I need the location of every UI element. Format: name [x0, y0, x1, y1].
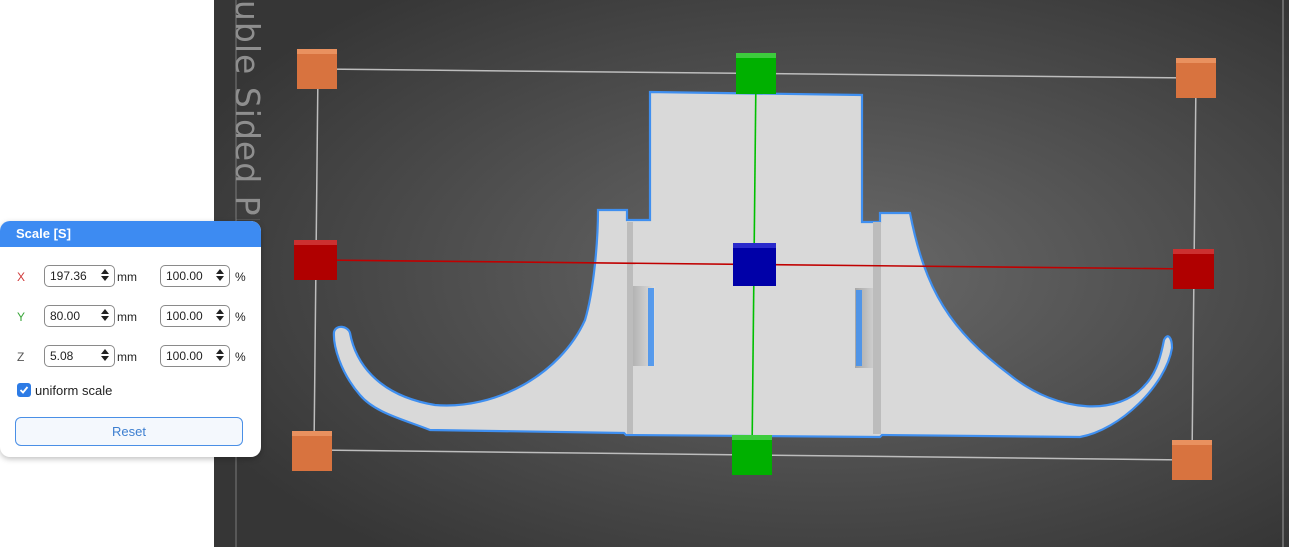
- y-size-value: 80.00: [50, 309, 81, 323]
- x-percent-value: 100.00: [166, 269, 203, 283]
- scale-panel: Scale [S] X 197.36 mm 100.00 % Y 80.00 m…: [0, 221, 261, 457]
- unit-percent: %: [235, 310, 246, 324]
- z-size-value: 5.08: [50, 349, 74, 363]
- z-percent-value: 100.00: [166, 349, 203, 363]
- unit-percent: %: [235, 350, 246, 364]
- scale-row-x: X 197.36 mm 100.00 %: [0, 265, 261, 289]
- corner-handle-top-right[interactable]: [1176, 58, 1216, 98]
- axis-label-z: Z: [17, 350, 25, 364]
- y-handle-top[interactable]: [736, 53, 776, 94]
- corner-handle-bottom-left[interactable]: [292, 431, 332, 471]
- spin-arrows-icon[interactable]: [215, 308, 225, 326]
- spin-arrows-icon[interactable]: [100, 268, 110, 286]
- uniform-scale-label: uniform scale: [35, 383, 113, 398]
- x-percent-input[interactable]: 100.00: [160, 265, 230, 287]
- unit-mm: mm: [117, 350, 137, 364]
- spin-arrows-icon[interactable]: [215, 348, 225, 366]
- panel-title: Scale [S]: [0, 221, 261, 247]
- corner-handle-top-left[interactable]: [297, 49, 337, 89]
- part-slot-right-edge: [856, 290, 862, 366]
- part-bevel: [873, 222, 881, 434]
- y-percent-value: 100.00: [166, 309, 203, 323]
- unit-mm: mm: [117, 310, 137, 324]
- unit-percent: %: [235, 270, 246, 284]
- y-handle-bottom[interactable]: [732, 435, 772, 475]
- axis-label-x: X: [17, 270, 26, 284]
- x-size-input[interactable]: 197.36: [44, 265, 115, 287]
- y-percent-input[interactable]: 100.00: [160, 305, 230, 327]
- spin-arrows-icon[interactable]: [100, 308, 110, 326]
- reset-button[interactable]: Reset: [15, 417, 243, 446]
- spin-arrows-icon[interactable]: [100, 348, 110, 366]
- y-size-input[interactable]: 80.00: [44, 305, 115, 327]
- center-handle[interactable]: [733, 243, 776, 286]
- scale-row-z: Z 5.08 mm 100.00 %: [0, 345, 261, 369]
- z-size-input[interactable]: 5.08: [44, 345, 115, 367]
- part-slot-left-edge: [648, 288, 654, 366]
- part-bevel: [627, 222, 633, 434]
- scale-row-y: Y 80.00 mm 100.00 %: [0, 305, 261, 329]
- checkbox-checked-icon[interactable]: [17, 383, 31, 397]
- x-handle-left[interactable]: [294, 240, 337, 280]
- x-size-value: 197.36: [50, 269, 87, 283]
- z-percent-input[interactable]: 100.00: [160, 345, 230, 367]
- axis-label-y: Y: [17, 310, 26, 324]
- unit-mm: mm: [117, 270, 137, 284]
- x-handle-right[interactable]: [1173, 249, 1214, 289]
- spin-arrows-icon[interactable]: [215, 268, 225, 286]
- corner-handle-bottom-right[interactable]: [1172, 440, 1212, 480]
